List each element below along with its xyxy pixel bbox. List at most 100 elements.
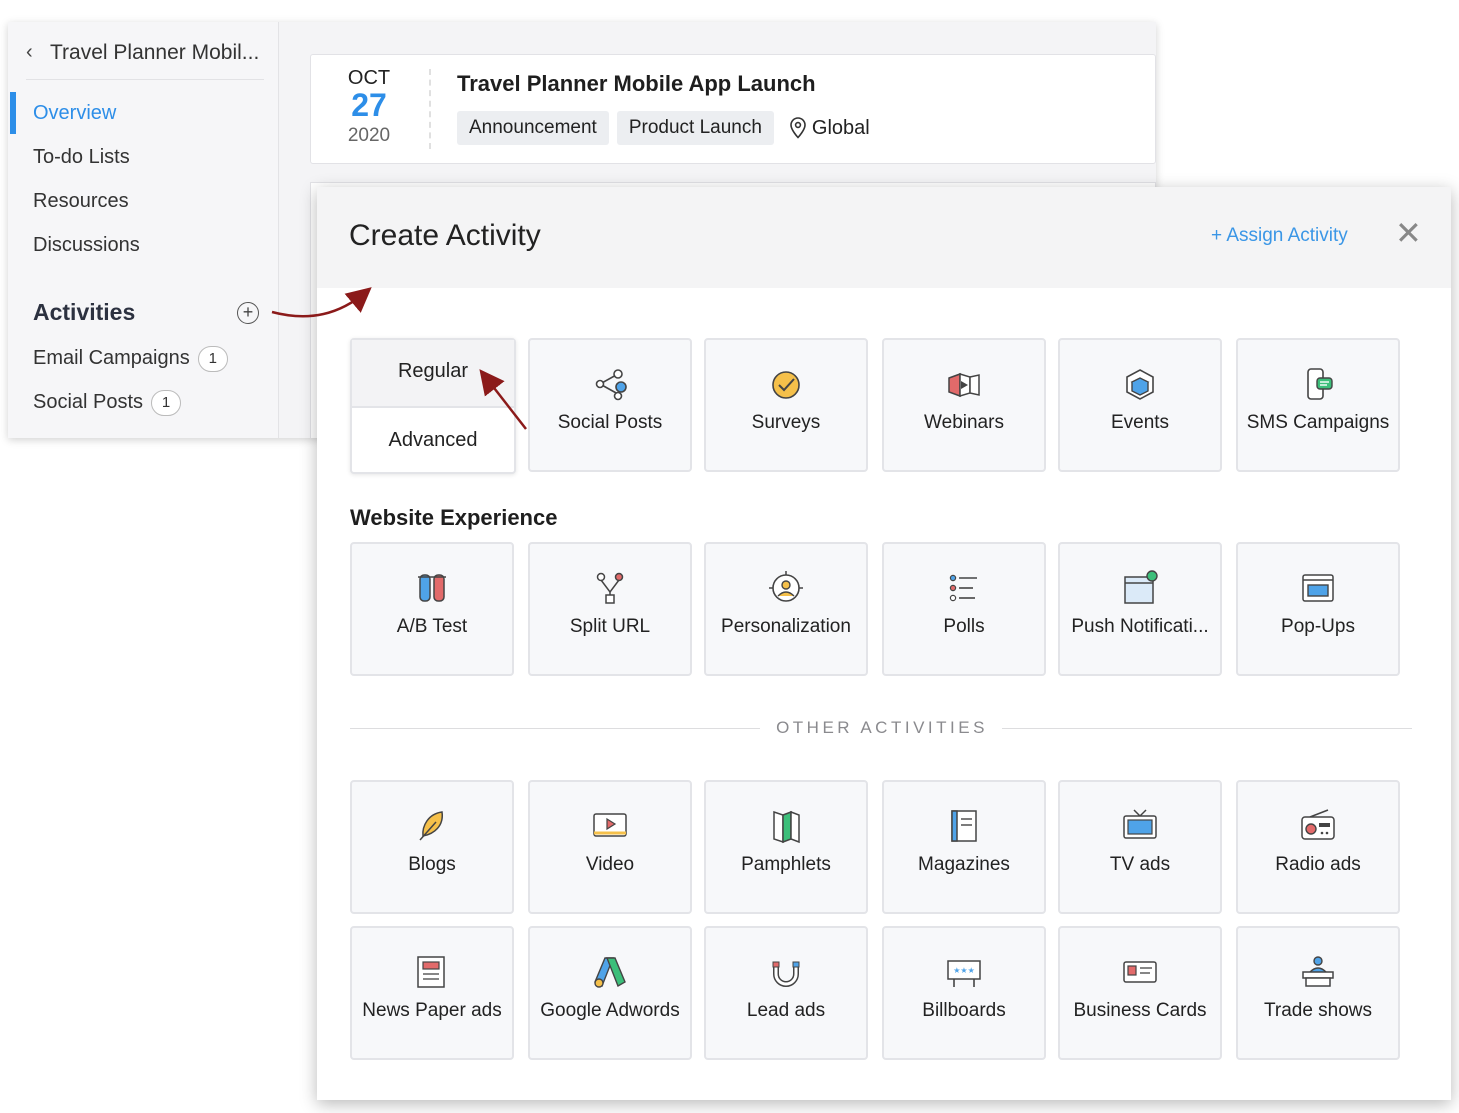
billboard-icon: ★★★ — [947, 960, 981, 987]
target-person-icon — [769, 571, 803, 602]
tile-personalization[interactable]: Personalization — [704, 542, 868, 676]
campaign-title: Travel Planner Mobil... — [50, 41, 260, 64]
activity-email-campaigns[interactable]: Email Campaigns 1 — [33, 345, 228, 372]
tile-polls[interactable]: Polls — [882, 542, 1046, 676]
tile-magazines[interactable]: Magazines — [882, 780, 1046, 914]
tile-pamphlets[interactable]: Pamphlets — [704, 780, 868, 914]
count-badge: 1 — [151, 389, 182, 416]
magazine-icon — [951, 810, 977, 842]
tile-label: Webinars — [924, 412, 1004, 433]
website-experience-heading: Website Experience — [350, 505, 558, 530]
close-icon[interactable]: ✕ — [1395, 215, 1422, 251]
tile-label: Push Notificati... — [1071, 616, 1209, 637]
tile-lead-ads[interactable]: Lead ads — [704, 926, 868, 1060]
check-circle-icon — [772, 371, 800, 399]
tile-ab-test[interactable]: A/B Test — [350, 542, 514, 676]
location-label: Global — [811, 116, 870, 139]
event-title: Travel Planner Mobile App Launch — [457, 71, 816, 96]
nav-todo-lists[interactable]: To-do Lists — [33, 144, 130, 170]
date-year: 2020 — [347, 125, 391, 146]
svg-text:★★★: ★★★ — [953, 966, 975, 975]
tile-business-cards[interactable]: Business Cards — [1058, 926, 1222, 1060]
tile-surveys[interactable]: Surveys — [704, 338, 868, 472]
tile-label: Billboards — [922, 1000, 1006, 1021]
google-ads-icon — [594, 957, 626, 988]
sms-phone-icon — [1307, 368, 1333, 400]
chevron-left-icon[interactable]: ‹ — [26, 40, 50, 64]
add-activity-icon[interactable]: + — [237, 302, 259, 324]
tile-tv-ads[interactable]: TV ads — [1058, 780, 1222, 914]
regular-option[interactable]: Regular — [352, 340, 514, 408]
activities-heading: Activities — [33, 299, 136, 325]
tile-social-posts[interactable]: Social Posts — [528, 338, 692, 472]
date-day: 27 — [351, 87, 387, 123]
tile-split-url[interactable]: Split URL — [528, 542, 692, 676]
magnet-icon — [772, 961, 800, 987]
webinar-icon — [948, 372, 980, 398]
nav-resources[interactable]: Resources — [33, 188, 129, 214]
trade-show-icon — [1302, 956, 1334, 987]
tile-sms-campaigns[interactable]: SMS Campaigns — [1236, 338, 1400, 472]
count-badge: 1 — [197, 345, 228, 372]
tile-label: Google Adwords — [540, 1000, 680, 1021]
divider-right — [1002, 728, 1412, 729]
tile-label: Personalization — [721, 616, 851, 637]
tile-blogs[interactable]: Blogs — [350, 780, 514, 914]
activity-label: Email Campaigns — [33, 347, 190, 369]
ab-test-tubes-icon — [418, 574, 446, 602]
radio-icon — [1301, 809, 1335, 840]
tile-label: Lead ads — [746, 1000, 826, 1021]
tile-trade-shows[interactable]: Trade shows — [1236, 926, 1400, 1060]
video-player-icon — [593, 813, 627, 837]
tile-label: TV ads — [1109, 854, 1171, 875]
event-card: OCT 27 2020 Travel Planner Mobile App La… — [310, 54, 1156, 164]
tile-label: Pamphlets — [741, 854, 831, 875]
divider — [429, 69, 431, 149]
tag-product-launch: Product Launch — [616, 111, 774, 145]
tile-label: Events — [1110, 412, 1170, 433]
tv-icon — [1123, 809, 1157, 839]
tile-label: Blogs — [408, 854, 456, 875]
tile-label: Polls — [943, 616, 985, 637]
tile-push-notifications[interactable]: Push Notificati... — [1058, 542, 1222, 676]
tile-label: Split URL — [569, 616, 651, 637]
list-poll-icon — [949, 574, 977, 602]
tile-billboards[interactable]: ★★★ Billboards — [882, 926, 1046, 1060]
modal-header: Create Activity + Assign Activity ✕ — [317, 187, 1451, 288]
tile-webinars[interactable]: Webinars — [882, 338, 1046, 472]
tile-label: Video — [585, 854, 635, 875]
modal-title: Create Activity — [349, 219, 541, 252]
nav-overview[interactable]: Overview — [33, 100, 116, 126]
tile-label: Surveys — [751, 412, 821, 433]
tile-google-adwords[interactable]: Google Adwords — [528, 926, 692, 1060]
email-campaign-tile: Regular Advanced — [350, 338, 516, 474]
location: Global — [790, 117, 870, 140]
location-pin-icon — [790, 117, 806, 139]
tile-label: Business Cards — [1073, 1000, 1207, 1021]
tile-events[interactable]: Events — [1058, 338, 1222, 472]
tag-announcement: Announcement — [457, 111, 609, 145]
feather-quill-icon — [419, 811, 443, 841]
create-activity-modal: Create Activity + Assign Activity ✕ Regu… — [317, 187, 1451, 1100]
tile-label: Trade shows — [1263, 1000, 1373, 1021]
date-month: OCT — [347, 67, 391, 89]
nav-discussions[interactable]: Discussions — [33, 232, 140, 258]
assign-activity-link[interactable]: + Assign Activity — [1211, 225, 1348, 247]
tile-radio-ads[interactable]: Radio ads — [1236, 780, 1400, 914]
advanced-option[interactable]: Advanced — [352, 408, 514, 472]
tile-label: Radio ads — [1275, 854, 1361, 875]
tile-news-paper-ads[interactable]: News Paper ads — [350, 926, 514, 1060]
tile-pop-ups[interactable]: Pop-Ups — [1236, 542, 1400, 676]
tile-video[interactable]: Video — [528, 780, 692, 914]
cube-icon — [1126, 369, 1154, 400]
tile-label: SMS Campaigns — [1246, 412, 1390, 433]
tile-label: Magazines — [918, 854, 1010, 875]
event-tags: Announcement Product Launch Global — [457, 111, 870, 145]
sidebar: ‹ Travel Planner Mobil... Overview To-do… — [8, 22, 279, 438]
activity-social-posts[interactable]: Social Posts 1 — [33, 389, 182, 416]
back-row[interactable]: ‹ Travel Planner Mobil... — [26, 40, 264, 80]
tile-label: News Paper ads — [362, 1000, 502, 1021]
newspaper-icon — [417, 956, 445, 988]
popup-window-icon — [1302, 574, 1334, 602]
divider-left — [350, 728, 760, 729]
